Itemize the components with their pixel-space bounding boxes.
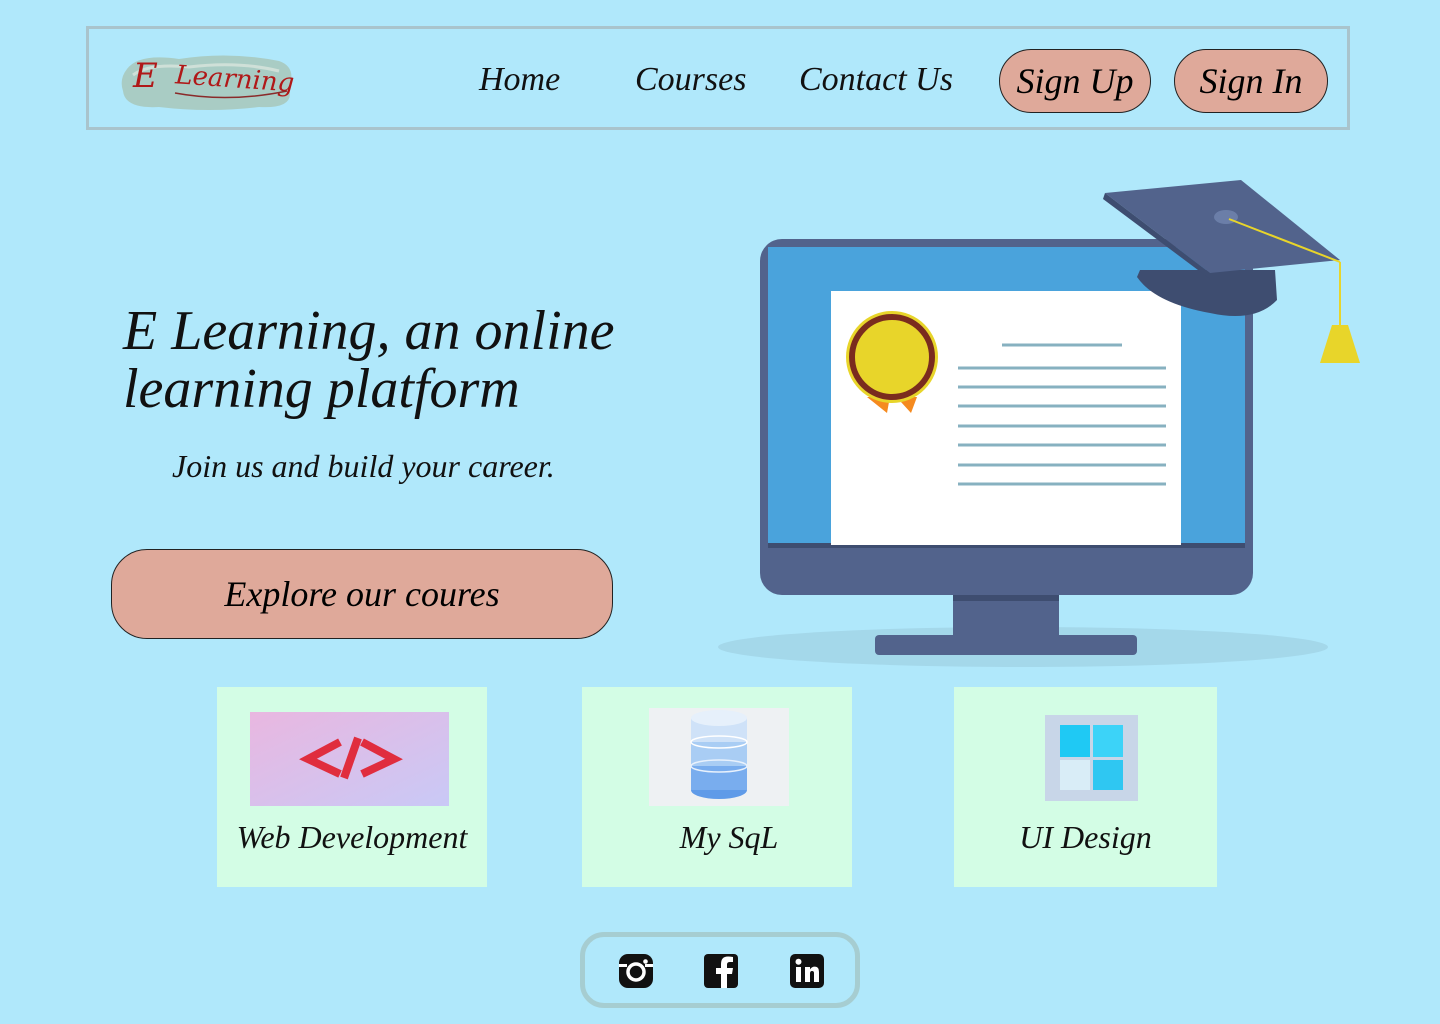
- instagram-icon[interactable]: [618, 953, 654, 989]
- course-label-web-development: Web Development: [236, 819, 468, 855]
- sign-in-button[interactable]: Sign In: [1174, 49, 1328, 113]
- nav-courses-link[interactable]: Courses: [635, 61, 746, 99]
- database-icon: [649, 708, 789, 806]
- course-card-web-development[interactable]: Web Development: [217, 687, 487, 887]
- course-card-ui-design[interactable]: UI Design: [954, 687, 1217, 887]
- brand-logo[interactable]: E Learning: [119, 47, 299, 119]
- sign-up-button[interactable]: Sign Up: [999, 49, 1151, 113]
- hero-title-line-2: learning platform: [123, 358, 520, 420]
- course-label-ui-design: UI Design: [1019, 819, 1152, 855]
- hero-title-line-1: E Learning, an online: [123, 300, 615, 362]
- hero-title: E Learning, an online learning platform: [123, 302, 615, 418]
- nav-contact-link[interactable]: Contact Us: [799, 61, 953, 99]
- course-label-mysql: My SqL: [679, 819, 779, 855]
- course-card-mysql[interactable]: My SqL: [582, 687, 852, 887]
- top-navbar: E Learning Home Courses Contact Us Sign …: [86, 26, 1350, 130]
- code-brackets-icon: [250, 712, 449, 806]
- windows-tiles-icon: [1045, 715, 1138, 801]
- explore-courses-button[interactable]: Explore our coures: [111, 549, 613, 639]
- nav-home-link[interactable]: Home: [479, 61, 560, 99]
- logo-text-e: E: [132, 56, 158, 96]
- computer-certificate-illustration: [715, 175, 1365, 679]
- hero-subtitle: Join us and build your career.: [172, 448, 555, 484]
- linkedin-icon[interactable]: [789, 953, 825, 989]
- facebook-icon[interactable]: [703, 953, 739, 989]
- social-links: [580, 932, 860, 1008]
